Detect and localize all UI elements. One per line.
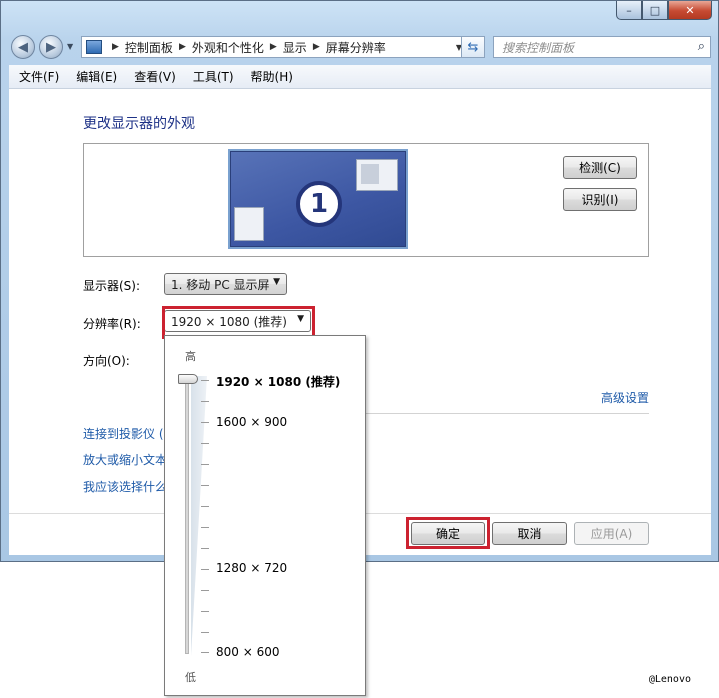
slider-tick [201,422,209,423]
chevron-right-icon[interactable]: ▶ [179,42,186,52]
high-label: 高 [185,350,196,363]
help-choose-link[interactable]: 我应该选择什么 [83,478,167,495]
breadcrumb-control-panel[interactable]: 控制面板 [125,39,173,56]
refresh-icon[interactable]: ⇆ [461,36,485,58]
slider-tick [201,569,209,570]
recent-pages-dropdown-icon[interactable]: ▼ [67,42,73,51]
slider-tick [201,590,209,591]
slider-tick [201,464,209,465]
close-button[interactable]: ✕ [668,1,712,20]
slider-tick [201,611,209,612]
text-size-link[interactable]: 放大或缩小文本 [83,451,167,468]
menu-bar: 文件(F) 编辑(E) 查看(V) 工具(T) 帮助(H) [9,65,711,89]
menu-help[interactable]: 帮助(H) [251,68,293,85]
chevron-right-icon[interactable]: ▶ [112,42,119,52]
menu-view[interactable]: 查看(V) [134,68,176,85]
control-panel-icon [86,40,102,54]
dropdown-arrow-icon: ▼ [297,314,304,324]
display-label: 显示器(S): [83,279,141,293]
resolution-option-1920[interactable]: 1920 × 1080 (推荐) [216,373,340,390]
document-thumbnail-icon [234,207,264,241]
breadcrumb-appearance[interactable]: 外观和个性化 [192,39,264,56]
dropdown-arrow-icon: ▼ [273,277,280,287]
resolution-label: 分辨率(R): [83,317,141,331]
menu-file[interactable]: 文件(F) [19,68,59,85]
chevron-right-icon[interactable]: ▶ [313,42,320,52]
slider-tick [201,401,209,402]
slider-tick [201,652,209,653]
watermark: @Lenovo [648,674,691,685]
identify-button[interactable]: 识别(I) [563,188,637,211]
slider-tick [201,485,209,486]
display-preview-area: 1 检测(C) 识别(I) [83,143,649,257]
resolution-option-1280[interactable]: 1280 × 720 [216,561,287,575]
menu-edit[interactable]: 编辑(E) [76,68,117,85]
projector-link[interactable]: 连接到投影仪 ( [83,425,164,442]
chevron-right-icon[interactable]: ▶ [270,42,277,52]
slider-tick [201,527,209,528]
apply-button[interactable]: 应用(A) [574,522,649,545]
slider-tick [201,506,209,507]
resolution-slider-popup: 高 1920 × 1080 (推荐) 1600 × 900 1280 × 720… [164,335,366,696]
back-arrow-icon[interactable]: ◀ [11,35,35,59]
resolution-select[interactable]: 1920 × 1080 (推荐) ▼ [164,310,311,332]
maximize-button[interactable]: □ [642,1,668,20]
page-title: 更改显示器的外观 [83,116,195,132]
slider-tick [201,443,209,444]
caption-buttons: – □ ✕ [616,1,712,20]
detect-button[interactable]: 检测(C) [563,156,637,179]
forward-arrow-icon[interactable]: ▶ [39,35,63,59]
ok-button[interactable]: 确定 [411,522,485,545]
advanced-settings-link[interactable]: 高级设置 [601,389,649,406]
address-bar[interactable]: ▶ 控制面板 ▶ 外观和个性化 ▶ 显示 ▶ 屏幕分辨率 ▼ [81,36,485,58]
resolution-slider-thumb[interactable] [178,374,198,384]
monitor-number-badge: 1 [296,181,342,227]
resolution-select-value: 1920 × 1080 (推荐) [171,314,287,329]
cancel-button[interactable]: 取消 [492,522,567,545]
breadcrumb-display[interactable]: 显示 [283,39,307,56]
orientation-label: 方向(O): [83,354,130,368]
search-placeholder: 搜索控制面板 [502,40,575,55]
monitor-thumbnail[interactable]: 1 [228,149,408,249]
resolution-slider-track[interactable] [185,378,189,654]
minimize-button[interactable]: – [616,1,642,20]
slider-wedge [191,376,207,656]
breadcrumb-screen-resolution[interactable]: 屏幕分辨率 [326,39,386,56]
slider-tick [201,548,209,549]
resolution-option-800[interactable]: 800 × 600 [216,645,280,659]
slider-tick [201,632,209,633]
display-select-value: 1. 移动 PC 显示屏 [171,277,270,292]
window-thumbnail-icon [356,159,398,191]
resolution-option-1600[interactable]: 1600 × 900 [216,415,287,429]
display-select[interactable]: 1. 移动 PC 显示屏 ▼ [164,273,287,295]
search-input[interactable]: 搜索控制面板 ⌕ [493,36,711,58]
slider-tick [201,380,209,381]
low-label: 低 [185,671,196,684]
search-icon[interactable]: ⌕ [698,39,705,54]
menu-tools[interactable]: 工具(T) [193,68,234,85]
